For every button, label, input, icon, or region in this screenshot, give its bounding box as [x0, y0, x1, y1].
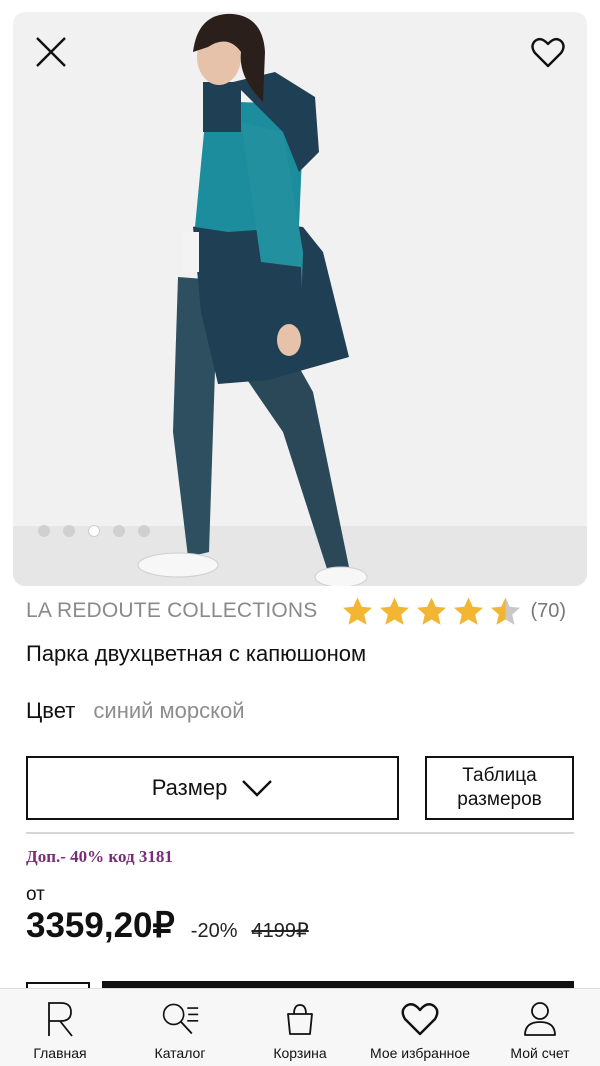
gallery-pagination	[38, 525, 150, 537]
tab-favorites-label: Мое избранное	[370, 1045, 470, 1061]
price-row: 3359,20₽ -20% 4199₽	[26, 906, 309, 946]
size-table-label-line1: Таблица	[462, 765, 537, 786]
brand-name[interactable]: LA REDOUTE COLLECTIONS	[26, 599, 317, 623]
tab-cart-label: Корзина	[273, 1045, 327, 1061]
logo-r-icon	[48, 1002, 73, 1037]
gallery-dot[interactable]	[63, 525, 75, 537]
color-value: синий морской	[93, 698, 245, 723]
heart-icon	[531, 37, 565, 68]
reviews-count[interactable]: (70)	[530, 600, 566, 623]
tab-catalog[interactable]: Каталог	[120, 989, 240, 1066]
size-table-button[interactable]: Таблица размеров	[425, 756, 574, 820]
star-icon	[491, 597, 521, 625]
tab-account-label: Мой счет	[510, 1045, 570, 1061]
gallery-dot-active[interactable]	[88, 525, 100, 537]
product-title: Парка двухцветная с капюшоном	[26, 641, 367, 666]
divider	[26, 832, 574, 834]
gallery-dot[interactable]	[138, 525, 150, 537]
current-price: 3359,20₽	[26, 906, 175, 945]
heart-icon	[401, 1003, 439, 1036]
star-icon	[417, 597, 447, 625]
star-icon	[454, 597, 484, 625]
promo-code: Доп.- 40% код 3181	[26, 847, 173, 866]
tab-favorites[interactable]: Мое избранное	[360, 989, 480, 1066]
old-price: 4199₽	[251, 920, 309, 942]
tab-home[interactable]: Главная	[0, 989, 120, 1066]
close-button[interactable]	[31, 32, 71, 72]
tab-home-label: Главная	[33, 1045, 87, 1061]
tab-cart[interactable]: Корзина	[240, 989, 360, 1066]
size-table-label-line2: размеров	[457, 789, 542, 810]
product-photo	[137, 13, 368, 586]
tab-account[interactable]: Мой счет	[480, 989, 600, 1066]
chevron-down-icon	[242, 780, 273, 797]
rating-stars[interactable]	[341, 596, 522, 626]
discount-percent: -20%	[190, 920, 238, 942]
gallery-dot[interactable]	[38, 525, 50, 537]
tab-catalog-label: Каталог	[154, 1045, 206, 1061]
star-icon	[380, 597, 410, 625]
search-list-icon	[162, 1003, 199, 1035]
gallery-dot[interactable]	[113, 525, 125, 537]
color-label: Цвет	[26, 698, 76, 723]
favorite-button[interactable]	[529, 34, 567, 72]
size-label: Размер	[151, 775, 228, 800]
color-row: Цвет синий морской	[26, 698, 245, 724]
bottom-tab-bar: Главная Каталог Корзина Мое избранное Мо…	[0, 988, 600, 1066]
price-from-label: от	[26, 884, 45, 905]
add-to-cart-button-partial[interactable]	[102, 981, 574, 988]
product-image-gallery[interactable]	[13, 12, 587, 586]
star-icon	[343, 597, 373, 625]
user-icon	[524, 1002, 556, 1036]
bag-icon	[287, 1004, 313, 1035]
size-select-button[interactable]: Размер	[26, 756, 399, 820]
close-icon	[36, 37, 66, 67]
brand-rating-row: LA REDOUTE COLLECTIONS (70)	[26, 597, 574, 625]
